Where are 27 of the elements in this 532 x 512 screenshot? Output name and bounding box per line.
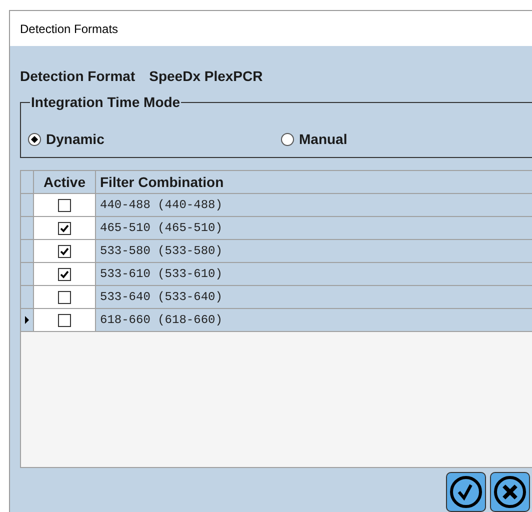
- column-header[interactable]: Active: [34, 171, 96, 193]
- cancel-button[interactable]: [490, 472, 530, 512]
- table-cell-text: 533-610 (533-610): [100, 266, 222, 283]
- checkbox[interactable]: [58, 290, 71, 304]
- close-icon: [493, 475, 527, 509]
- checkbox[interactable]: [58, 222, 71, 234]
- checkbox[interactable]: [58, 198, 71, 212]
- window-title: Detection Formats: [20, 20, 118, 38]
- detection-format-label: Detection Format: [20, 67, 136, 86]
- column-header[interactable]: Filter Combination: [96, 171, 532, 193]
- table-cell-text: 465-510 (465-510): [100, 220, 222, 237]
- checkbox[interactable]: [58, 314, 71, 326]
- radio-label[interactable]: Dynamic: [46, 129, 104, 150]
- row-header[interactable]: [21, 309, 34, 331]
- radio-button[interactable]: [28, 133, 41, 146]
- checkbox[interactable]: [58, 268, 71, 280]
- table-cell-text: 533-580 (533-580): [100, 243, 222, 260]
- checkmark-icon: [449, 475, 483, 509]
- detection-format-value: SpeeDx PlexPCR: [149, 67, 263, 86]
- radio-button[interactable]: [281, 133, 294, 146]
- current-row-icon: [25, 316, 29, 324]
- table-cell-text: 618-660 (618-660): [100, 312, 222, 329]
- ok-button[interactable]: [446, 472, 486, 512]
- table-cell-text: 440-488 (440-488): [100, 197, 222, 214]
- checkbox[interactable]: [58, 244, 71, 258]
- table-cell-text: 533-640 (533-640): [100, 289, 222, 306]
- radio-label[interactable]: Manual: [299, 129, 348, 150]
